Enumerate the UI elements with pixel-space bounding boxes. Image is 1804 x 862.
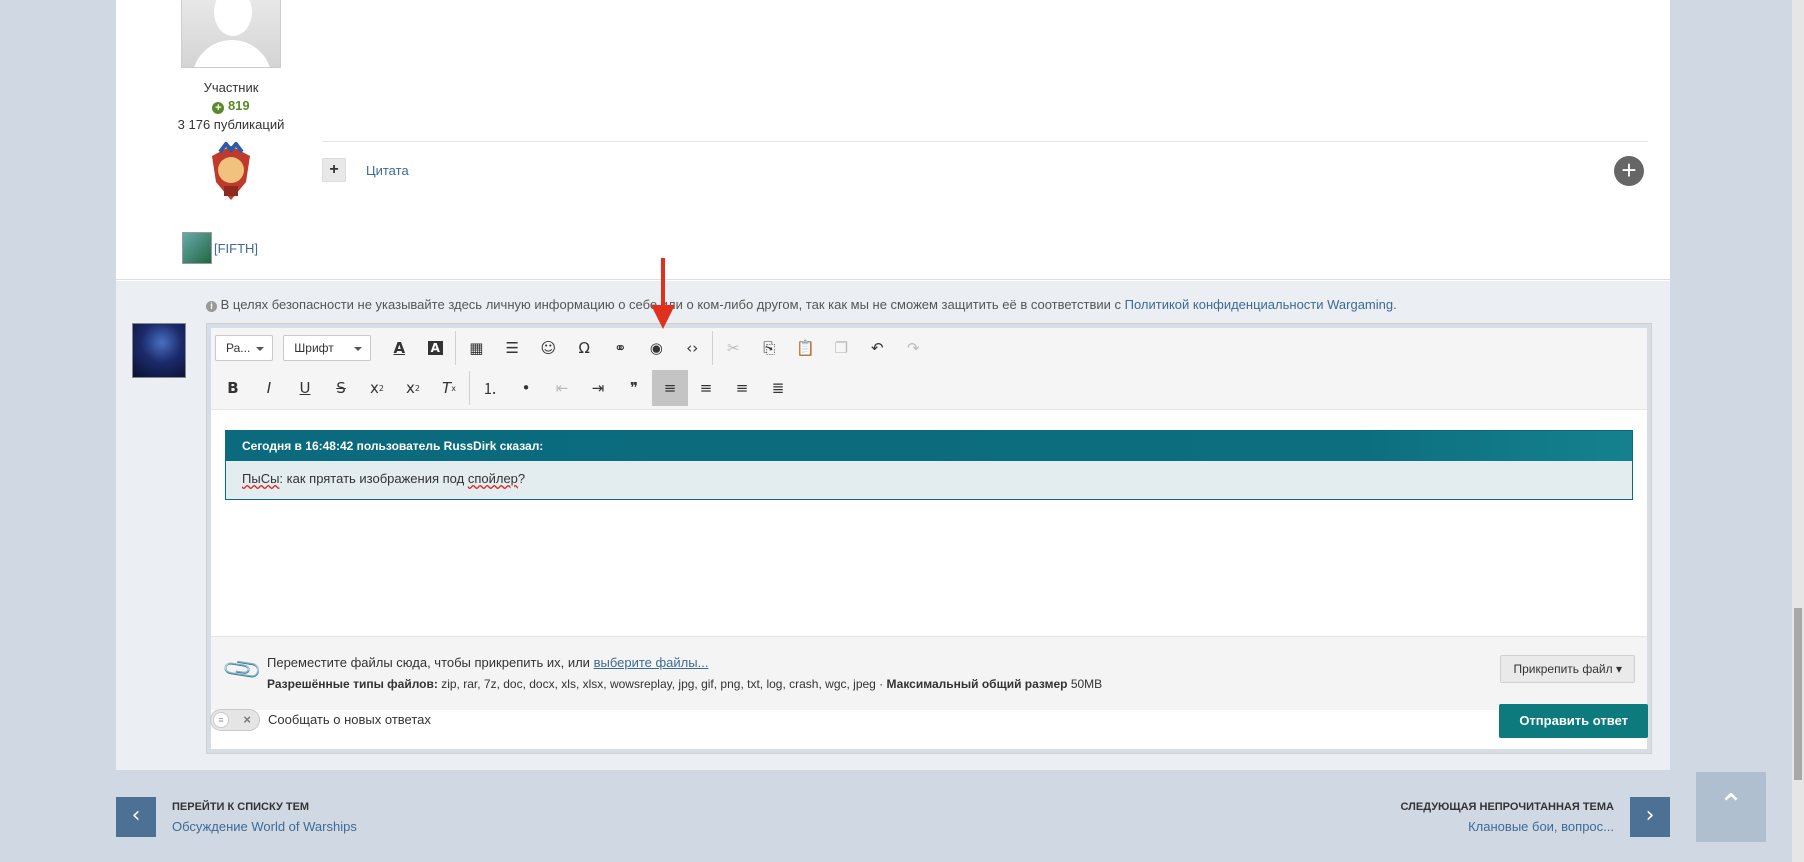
author-clan[interactable]: [FIFTH] <box>182 232 258 264</box>
multiquote-plus-button[interactable]: + <box>322 158 346 182</box>
submit-reply-button[interactable]: Отправить ответ <box>1499 704 1648 738</box>
italic-icon[interactable]: I <box>251 370 287 406</box>
privacy-notice: i В целях безопасности не указывайте зде… <box>206 297 1397 312</box>
superscript-icon[interactable]: x2 <box>395 370 431 406</box>
copy-icon[interactable]: ❐ <box>823 330 859 366</box>
align-right-icon[interactable]: ≡ <box>724 370 760 406</box>
post-author-panel: Участник + 819 3 176 публикаций <box>146 0 316 204</box>
annotation-arrow-head <box>651 305 675 329</box>
reaction-add-button[interactable]: + <box>1614 156 1644 186</box>
reply-editor: Ра... Шрифт A A ▦ ☰ ☺ Ω ⚭ ◉ ‹› ✂ ⎘ 📋 ❐ ↶… <box>206 323 1652 754</box>
annotation-arrow-shaft <box>661 258 665 312</box>
toolbar-separator <box>469 371 470 405</box>
scrollbar-thumb[interactable] <box>1794 608 1802 780</box>
toolbar-separator <box>712 331 714 365</box>
link-icon[interactable]: ⚭ <box>602 330 638 366</box>
code-icon[interactable]: ‹› <box>674 330 710 366</box>
bold-icon[interactable]: B <box>215 370 251 406</box>
chevron-left-icon[interactable]: ‹ <box>116 797 156 837</box>
blockquote-icon[interactable]: ❞ <box>616 370 652 406</box>
privacy-policy-link[interactable]: Политикой конфиденциальности Wargaming <box>1125 297 1394 312</box>
paste-icon[interactable]: 📋 <box>787 330 823 366</box>
numbered-list-icon[interactable]: ⒈ <box>472 370 508 406</box>
author-avatar[interactable] <box>181 0 281 68</box>
chevron-right-icon[interactable]: › <box>1630 797 1670 837</box>
toggle-knob: ≡ <box>213 711 229 728</box>
quoted-message: Сегодня в 16:48:42 пользователь RussDirk… <box>225 430 1633 500</box>
toolbar-separator <box>455 331 457 365</box>
upload-instructions: Переместите файлы сюда, чтобы прикрепить… <box>267 655 709 670</box>
cut-icon[interactable]: ✂ <box>715 330 751 366</box>
bullet-list-icon[interactable]: • <box>508 370 544 406</box>
redo-icon[interactable]: ↷ <box>895 330 931 366</box>
forum-post: Участник + 819 3 176 публикаций [FIFTH] … <box>116 0 1670 280</box>
prev-topic-nav[interactable]: ‹ ПЕРЕЙТИ К СПИСКУ ТЕМ Обсуждение World … <box>116 797 373 837</box>
underline-icon[interactable]: U <box>287 370 323 406</box>
prev-topic-link[interactable]: Обсуждение World of Warships <box>172 819 357 834</box>
reply-area: i В целях безопасности не указывайте зде… <box>116 281 1670 770</box>
choose-files-link[interactable]: выберите файлы... <box>594 655 709 670</box>
page-container: Участник + 819 3 176 публикаций [FIFTH] … <box>116 0 1670 770</box>
align-justify-icon[interactable]: ≣ <box>760 370 796 406</box>
undo-icon[interactable]: ↶ <box>859 330 895 366</box>
clan-emblem-icon <box>182 232 212 264</box>
plus-circle-icon: + <box>212 102 225 114</box>
table-icon[interactable]: ▦ <box>458 330 494 366</box>
editor-content[interactable]: Сегодня в 16:48:42 пользователь RussDirk… <box>225 430 1633 500</box>
multiquote-control: + Цитата <box>322 158 409 182</box>
notify-toggle[interactable]: ≡ × <box>210 708 260 731</box>
next-unread-nav[interactable]: СЛЕДУЮЩАЯ НЕПРОЧИТАННАЯ ТЕМА Клановые бо… <box>1385 797 1670 837</box>
editor-toolbar: Ра... Шрифт A A ▦ ☰ ☺ Ω ⚭ ◉ ‹› ✂ ⎘ 📋 ❐ ↶… <box>211 328 1647 410</box>
next-topic-link[interactable]: Клановые бои, вопрос... <box>1401 819 1614 834</box>
emoji-icon[interactable]: ☺ <box>530 330 566 366</box>
author-role: Участник <box>203 80 259 95</box>
toolbar-row-2: B I U S x2 x2 Tx ⒈ • ⇤ ⇥ ❞ ≡ ≡ ≡ ≣ <box>215 370 796 406</box>
quote-header: Сегодня в 16:48:42 пользователь RussDirk… <box>226 431 1632 461</box>
reply-footer: ≡ × Сообщать о новых ответах Отправить о… <box>206 697 1652 742</box>
author-badge <box>206 140 256 204</box>
prev-topic-text: ПЕРЕЙТИ К СПИСКУ ТЕМ Обсуждение World of… <box>172 800 357 834</box>
editor-frame: Ра... Шрифт A A ▦ ☰ ☺ Ω ⚭ ◉ ‹› ✂ ⎘ 📋 ❐ ↶… <box>211 328 1647 749</box>
horizontal-line-icon[interactable]: ☰ <box>494 330 530 366</box>
quote-link[interactable]: Цитата <box>366 163 409 178</box>
toolbar-row-1: Ра... Шрифт A A ▦ ☰ ☺ Ω ⚭ ◉ ‹› ✂ ⎘ 📋 ❐ ↶… <box>215 330 931 366</box>
scroll-to-top-button[interactable]: ⌃ <box>1696 772 1766 842</box>
info-icon: i <box>206 301 217 312</box>
paperclip-icon: 📎 <box>221 648 266 692</box>
post-divider <box>322 141 1648 142</box>
special-char-icon[interactable]: Ω <box>566 330 602 366</box>
author-reputation: + 819 <box>146 98 316 114</box>
author-post-count: 3 176 публикаций <box>177 117 285 132</box>
close-icon: × <box>243 711 251 727</box>
preview-icon[interactable]: ⎘ <box>751 330 787 366</box>
font-size-select[interactable]: Ра... <box>215 335 274 361</box>
indent-icon[interactable]: ⇥ <box>580 370 616 406</box>
background-color-icon[interactable]: A <box>417 330 453 366</box>
attach-file-button[interactable]: Прикрепить файл ▾ <box>1500 655 1635 683</box>
clan-tag[interactable]: [FIFTH] <box>214 241 258 256</box>
text-color-icon[interactable]: A <box>381 330 417 366</box>
current-user-avatar[interactable] <box>132 323 186 378</box>
outdent-icon[interactable]: ⇤ <box>544 370 580 406</box>
caret-down-icon: ▾ <box>1615 662 1622 676</box>
subscript-icon[interactable]: x2 <box>359 370 395 406</box>
clear-format-icon[interactable]: Tx <box>431 370 467 406</box>
spoiler-eye-icon[interactable]: ◉ <box>638 330 674 366</box>
next-topic-text: СЛЕДУЮЩАЯ НЕПРОЧИТАННАЯ ТЕМА Клановые бо… <box>1400 800 1615 834</box>
strikethrough-icon[interactable]: S <box>323 370 359 406</box>
font-family-select[interactable]: Шрифт <box>283 335 372 361</box>
align-left-icon[interactable]: ≡ <box>652 370 688 406</box>
quote-body: ПыСы: как прятать изображения под спойле… <box>226 461 1632 499</box>
notify-label: Сообщать о новых ответах <box>268 712 431 727</box>
align-center-icon[interactable]: ≡ <box>688 370 724 406</box>
allowed-file-types: Разрешённые типы файлов: zip, rar, 7z, d… <box>267 677 1103 691</box>
page-scrollbar[interactable] <box>1792 0 1804 862</box>
